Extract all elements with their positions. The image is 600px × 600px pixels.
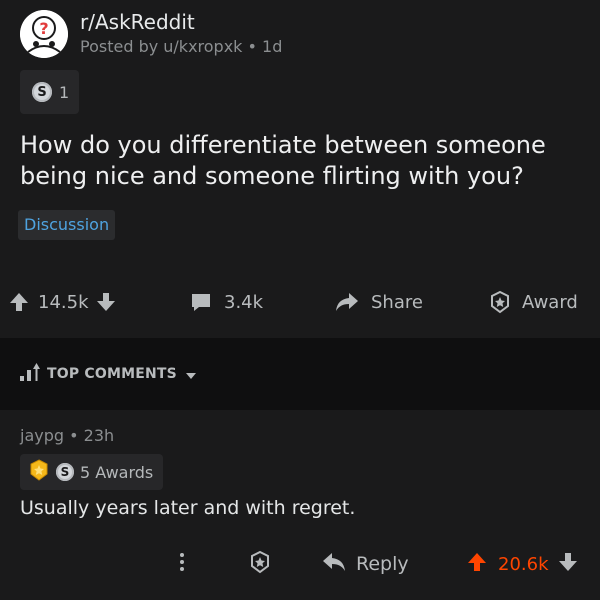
comment-meta[interactable]: jaypg • 23h bbox=[20, 426, 114, 445]
gold-award-icon bbox=[28, 459, 50, 485]
award-star-icon bbox=[248, 550, 272, 579]
comment-awards-label: 5 Awards bbox=[80, 462, 154, 482]
award-button[interactable]: Award bbox=[488, 288, 578, 316]
silver-award-icon: S bbox=[32, 82, 52, 102]
post-vote-controls: 14.5k bbox=[8, 288, 117, 316]
post-meta: Posted by u/kxropxk • 1d bbox=[80, 37, 283, 56]
award-star-icon bbox=[488, 290, 512, 314]
reply-label: Reply bbox=[356, 553, 409, 575]
comments-button[interactable]: 3.4k bbox=[190, 288, 263, 316]
reply-arrow-icon bbox=[322, 551, 346, 578]
comment-vote-controls: 20.6k bbox=[466, 550, 579, 578]
comment-body: Usually years later and with regret. bbox=[20, 497, 356, 519]
share-label: Share bbox=[371, 291, 423, 313]
comment-vote-count: 20.6k bbox=[498, 553, 549, 575]
share-arrow-icon bbox=[335, 291, 359, 313]
comment-award-button[interactable] bbox=[248, 550, 272, 578]
reply-button[interactable]: Reply bbox=[322, 550, 409, 578]
post-awards-badge[interactable]: S 1 bbox=[20, 70, 80, 114]
arrow-down-icon[interactable] bbox=[557, 551, 579, 578]
arrow-down-icon[interactable] bbox=[95, 291, 117, 313]
subreddit-name[interactable]: r/AskReddit bbox=[80, 10, 282, 34]
post-flair[interactable]: Discussion bbox=[18, 210, 116, 240]
silver-award-icon: S bbox=[56, 463, 74, 481]
comment-awards-badge[interactable]: S 5 Awards bbox=[20, 454, 164, 490]
post-header-text: r/AskReddit Posted by u/kxropxk • 1d bbox=[80, 10, 282, 58]
sort-bars-icon bbox=[18, 361, 40, 387]
arrow-up-icon[interactable] bbox=[466, 551, 488, 578]
post-title: How do you differentiate between someone… bbox=[20, 131, 546, 190]
more-options-button[interactable] bbox=[178, 550, 186, 578]
comment-count: 3.4k bbox=[224, 291, 264, 313]
post-vote-count: 14.5k bbox=[38, 291, 89, 313]
sort-label: TOP COMMENTS bbox=[47, 366, 177, 382]
post-award-count: 1 bbox=[59, 82, 70, 102]
comment-sort-bar[interactable]: TOP COMMENTS bbox=[0, 338, 600, 410]
askreddit-logo-icon[interactable]: ? bbox=[20, 10, 68, 58]
award-label: Award bbox=[522, 291, 578, 313]
svg-text:?: ? bbox=[39, 19, 48, 38]
share-button[interactable]: Share bbox=[335, 288, 423, 316]
chevron-down-icon bbox=[185, 365, 197, 384]
arrow-up-icon[interactable] bbox=[8, 291, 30, 313]
comment-bubble-icon bbox=[190, 291, 212, 313]
post-header: ? r/AskReddit Posted by u/kxropxk • 1d bbox=[20, 10, 282, 58]
vertical-dots-icon bbox=[178, 550, 186, 579]
